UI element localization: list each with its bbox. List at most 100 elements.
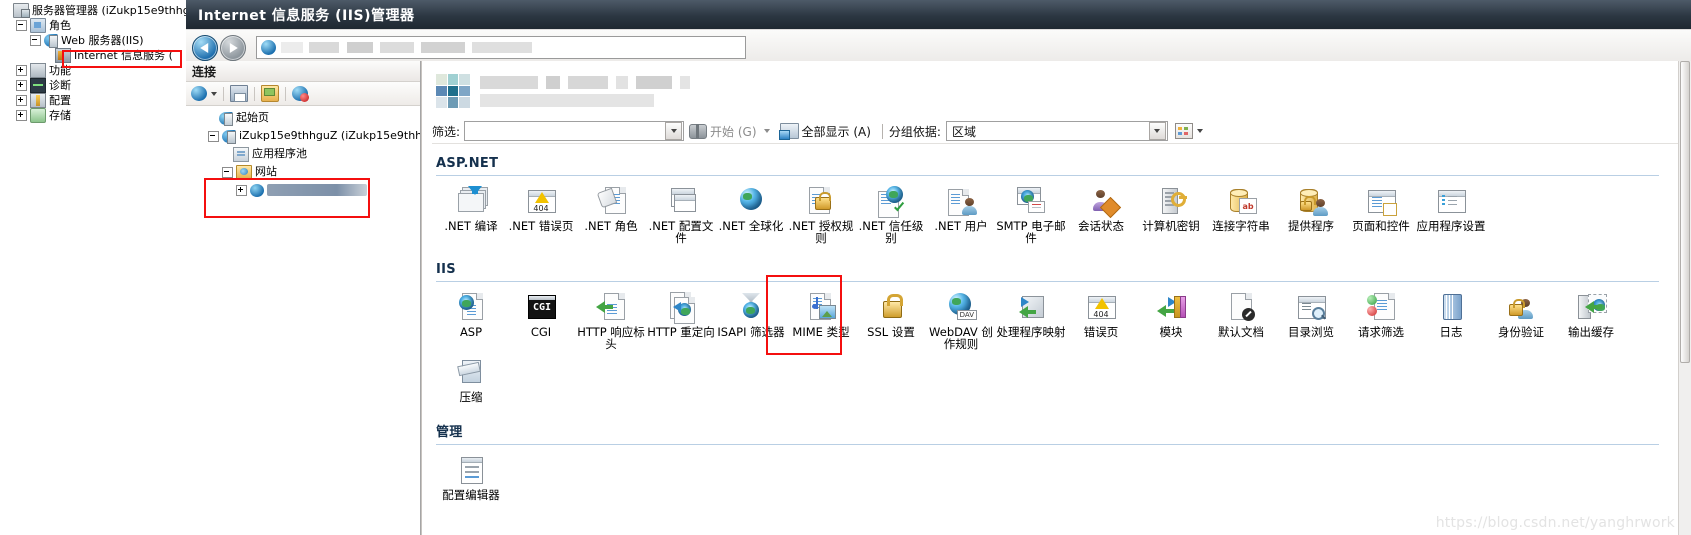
toolbar-separator <box>223 86 224 101</box>
feature-tile-label: .NET 授权规则 <box>788 219 854 245</box>
isapi-filters-icon <box>734 291 768 323</box>
feature-tile[interactable]: 处理程序映射 <box>996 291 1066 350</box>
feature-tile[interactable]: 输出缓存 <box>1556 291 1626 350</box>
feature-tile-label: 提供程序 <box>1288 219 1334 233</box>
feature-tile[interactable]: .NET 配置文件 <box>646 185 716 244</box>
feature-tile[interactable]: 提供程序 <box>1276 185 1346 244</box>
collapse-icon[interactable] <box>16 20 27 31</box>
feature-tile[interactable]: 页面和控件 <box>1346 185 1416 244</box>
feature-tile-label: 默认文档 <box>1218 325 1264 339</box>
save-connections-icon[interactable] <box>230 85 248 102</box>
feature-tile[interactable]: HTTP 重定向 <box>646 291 716 350</box>
scrollbar-thumb[interactable] <box>1680 61 1690 363</box>
connections-tree-item[interactable]: 应用程序池 <box>194 145 420 163</box>
server-manager-tree-item[interactable]: 服务器管理器 (iZukp15e9thhgu <box>2 3 186 18</box>
chevron-down-icon[interactable] <box>211 91 217 96</box>
feature-tile[interactable]: DAV WebDAV 创作规则 <box>926 291 996 350</box>
connections-tree-item[interactable]: iZukp15e9thhguZ (iZukp15e9thhguZ\A <box>194 127 420 145</box>
filter-input[interactable] <box>464 121 685 141</box>
vertical-scrollbar[interactable] <box>1678 61 1691 535</box>
disconnect-icon[interactable] <box>292 86 309 102</box>
address-input[interactable] <box>256 36 746 59</box>
server-manager-tree-item[interactable]: 功能 <box>2 63 186 78</box>
feature-tile[interactable]: 会话状态 <box>1066 185 1136 244</box>
feature-tile[interactable]: 日志 <box>1416 291 1486 350</box>
feature-tile[interactable]: 应用程序设置 <box>1416 185 1486 244</box>
server-manager-tree[interactable]: 服务器管理器 (iZukp15e9thhgu 角色 Web 服务器(IIS) Inte… <box>0 0 186 123</box>
address-bar <box>186 30 1691 64</box>
feature-tile-label: CGI <box>530 325 552 339</box>
server-manager-tree-item[interactable]: Web 服务器(IIS) <box>2 33 186 48</box>
connections-tree-item[interactable] <box>194 181 420 199</box>
open-connection-icon[interactable] <box>261 85 279 102</box>
feature-tile-label: 应用程序设置 <box>1416 219 1486 233</box>
group-by-dropdown-button[interactable] <box>1148 122 1166 140</box>
forward-button[interactable] <box>220 34 246 61</box>
feature-tile-label: 处理程序映射 <box>996 325 1066 339</box>
feature-tile[interactable]: 身份验证 <box>1486 291 1556 350</box>
server-manager-tree-item[interactable]: Internet 信息服务 ( <box>2 48 186 63</box>
machine-key-icon <box>1154 185 1188 217</box>
server-manager-tree-item[interactable]: 配置 <box>2 93 186 108</box>
server-manager-pane: 服务器管理器 (iZukp15e9thhgu 角色 Web 服务器(IIS) Inte… <box>0 0 187 535</box>
feature-tile[interactable]: MIME 类型 <box>786 291 856 350</box>
connections-tree-item[interactable]: 网站 <box>194 163 420 181</box>
collapse-icon[interactable] <box>222 166 233 178</box>
site-title-redacted <box>480 75 690 107</box>
go-button[interactable]: 开始 (G) <box>684 123 774 140</box>
back-button[interactable] <box>192 34 218 61</box>
feature-tile[interactable]: 默认文档 <box>1206 291 1276 350</box>
feature-tile[interactable]: 配置编辑器 <box>436 454 506 501</box>
feature-tile[interactable]: ISAPI 筛选器 <box>716 291 786 350</box>
tree-item-label: Internet 信息服务 ( <box>74 49 173 62</box>
feature-tile[interactable]: SSL 设置 <box>856 291 926 350</box>
server-manager-tree-item[interactable]: 诊断 <box>2 78 186 93</box>
connect-icon[interactable] <box>191 86 207 101</box>
view-mode-chevron-down-icon[interactable] <box>1196 129 1203 133</box>
feature-tile[interactable]: .NET 信任级别 <box>856 185 926 244</box>
expand-icon[interactable] <box>16 80 27 91</box>
feature-tile[interactable]: 模块 <box>1136 291 1206 350</box>
feature-tile[interactable]: 请求筛选 <box>1346 291 1416 350</box>
feature-tile[interactable]: ab 连接字符串 <box>1206 185 1276 244</box>
view-mode-icon[interactable] <box>1174 123 1193 139</box>
feature-tile[interactable]: .NET 全球化 <box>716 185 786 244</box>
feature-tile-label: 错误页 <box>1083 325 1119 339</box>
feature-tile[interactable]: SMTP 电子邮件 <box>996 185 1066 244</box>
expand-icon[interactable] <box>16 65 27 76</box>
feature-tile[interactable]: 压缩 <box>436 356 506 403</box>
handler-mappings-icon <box>1014 291 1048 323</box>
group-by-select[interactable]: 区域 <box>945 121 1168 141</box>
feature-tile-label: .NET 全球化 <box>718 219 784 233</box>
collapse-icon[interactable] <box>208 130 219 142</box>
collapse-icon[interactable] <box>30 35 41 46</box>
filter-dropdown-button[interactable] <box>665 122 683 140</box>
go-chevron-down-icon[interactable] <box>763 129 770 133</box>
filter-toolbar: 筛选: 开始 (G) 全部显示 (A) 分组依据: 区域 <box>432 119 1679 144</box>
server-manager-tree-item[interactable]: 存储 <box>2 108 186 123</box>
feature-tile-label: WebDAV 创作规则 <box>929 325 993 351</box>
feature-tile[interactable]: CGI CGI <box>506 291 576 350</box>
feature-tile[interactable]: 目录浏览 <box>1276 291 1346 350</box>
feature-tile[interactable]: .NET 编译 <box>436 185 506 244</box>
connections-tree[interactable]: 起始页 iZukp15e9thhguZ (iZukp15e9thhguZ\A 应用程… <box>186 104 420 535</box>
roles-icon <box>30 18 46 33</box>
feature-tile-label: 会话状态 <box>1078 219 1124 233</box>
feature-section: 管理 配置编辑器 <box>422 421 1679 507</box>
site-name-redacted <box>267 184 367 196</box>
server-manager-tree-item[interactable]: 角色 <box>2 18 186 33</box>
feature-tile[interactable]: 404 .NET 错误页 <box>506 185 576 244</box>
connections-tree-item[interactable]: 起始页 <box>194 109 420 127</box>
feature-tile[interactable]: HTTP 响应标头 <box>576 291 646 350</box>
feature-tile[interactable]: .NET 用户 <box>926 185 996 244</box>
show-all-button[interactable]: 全部显示 (A) <box>775 123 876 140</box>
feature-tile[interactable]: 计算机密钥 <box>1136 185 1206 244</box>
feature-tile[interactable]: 404 错误页 <box>1066 291 1136 350</box>
expand-icon[interactable] <box>236 184 247 196</box>
expand-icon[interactable] <box>16 110 27 121</box>
feature-tile-label: 输出缓存 <box>1568 325 1614 339</box>
feature-tile[interactable]: .NET 角色 <box>576 185 646 244</box>
feature-tile[interactable]: ASP <box>436 291 506 350</box>
expand-icon[interactable] <box>16 95 27 106</box>
feature-tile[interactable]: .NET 授权规则 <box>786 185 856 244</box>
